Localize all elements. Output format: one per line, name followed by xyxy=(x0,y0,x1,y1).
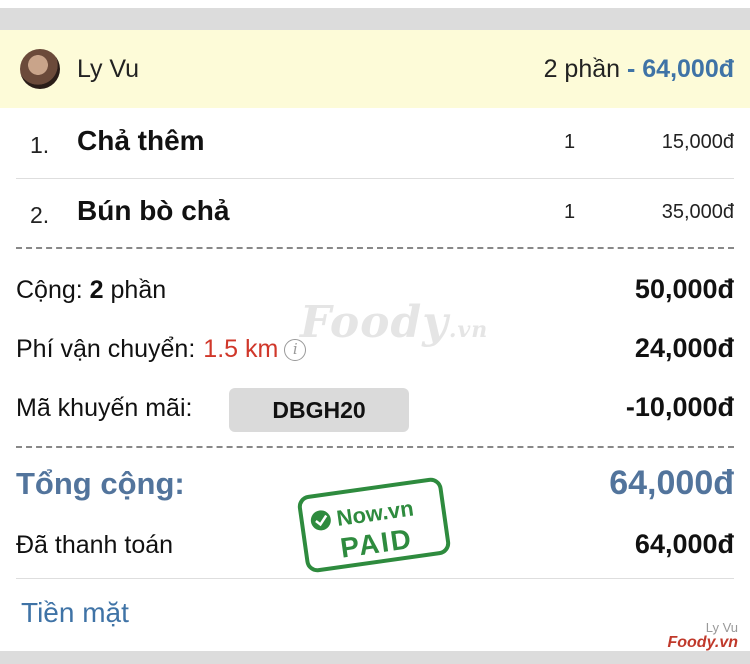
avatar xyxy=(20,49,60,89)
promo-row: Mã khuyến mãi: DBGH20 -10,000đ xyxy=(16,388,734,432)
dashed-divider xyxy=(16,446,734,448)
item-quantity: 1 xyxy=(564,201,576,223)
item-name: Bún bò chả xyxy=(77,195,230,226)
shipping-distance: 1.5 km xyxy=(203,335,279,363)
subtotal-label: Cộng: 2 phần xyxy=(16,276,167,304)
list-item: 1. Chả thêm 1 15,000đ xyxy=(16,108,734,178)
user-name: Ly Vu xyxy=(77,55,140,83)
promo-label: Mã khuyến mãi: xyxy=(16,394,193,422)
check-circle-icon xyxy=(310,510,331,531)
shipping-label: Phí vận chuyển: 1.5 km i xyxy=(16,335,307,364)
promo-value: -10,000đ xyxy=(625,392,734,422)
paid-label: Đã thanh toán xyxy=(16,531,174,559)
item-quantity: 1 xyxy=(564,131,576,153)
dashed-divider xyxy=(16,247,734,249)
item-index: 2. xyxy=(30,202,50,228)
photo-credit: Ly Vu Foody.vn xyxy=(667,620,738,651)
user-order-header[interactable]: Ly Vu 2 phần - 64,000đ xyxy=(0,30,750,108)
promo-code-badge: DBGH20 xyxy=(229,388,409,432)
paid-value: 64,000đ xyxy=(634,529,734,559)
total-label: Tổng cộng: xyxy=(16,466,185,501)
credit-brand: Foody.vn xyxy=(667,634,738,651)
list-item: 2. Bún bò chả 1 35,000đ xyxy=(16,178,734,248)
payment-method-link[interactable]: Tiền mặt xyxy=(21,597,129,629)
total-value: 64,000đ xyxy=(609,464,734,502)
shipping-row: Phí vận chuyển: 1.5 km i 24,000đ xyxy=(16,329,734,369)
item-index: 1. xyxy=(30,132,50,158)
item-price: 35,000đ xyxy=(661,201,734,223)
item-price: 15,000đ xyxy=(661,131,734,153)
top-divider xyxy=(0,0,750,30)
info-icon[interactable]: i xyxy=(284,339,307,361)
user-order-total: 2 phần - 64,000đ xyxy=(543,55,734,83)
subtotal-row: Cộng: 2 phần 50,000đ xyxy=(16,270,734,310)
shipping-value: 24,000đ xyxy=(634,333,734,363)
item-name: Chả thêm xyxy=(77,125,205,156)
payment-divider xyxy=(16,578,734,579)
subtotal-value: 50,000đ xyxy=(634,274,734,304)
bottom-divider xyxy=(0,651,750,664)
credit-user: Ly Vu xyxy=(705,620,738,635)
